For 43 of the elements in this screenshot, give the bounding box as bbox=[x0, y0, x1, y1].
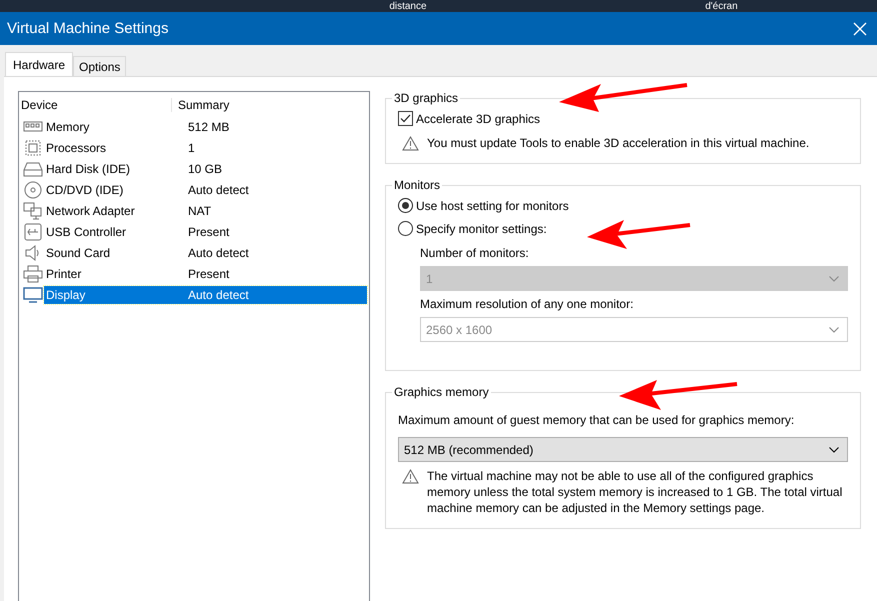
warning-icon bbox=[402, 136, 419, 151]
radio-button[interactable] bbox=[398, 198, 413, 213]
device-row[interactable]: USB Controller Present bbox=[44, 222, 367, 240]
field-label: Maximum amount of guest memory that can be used for graphics memory: bbox=[398, 413, 796, 427]
warning-icon bbox=[402, 469, 419, 484]
close-icon[interactable] bbox=[853, 22, 867, 36]
radio-label[interactable]: Specify monitor settings: bbox=[416, 222, 547, 236]
chevron-icon bbox=[829, 326, 839, 332]
warning-text: You must update Tools to enable 3D acceleration in this virtual machine. bbox=[427, 135, 810, 151]
device-row[interactable]: Printer Present bbox=[44, 264, 367, 282]
column-header[interactable]: Summary bbox=[171, 98, 369, 112]
device-row[interactable]: CD/DVD (IDE) Auto detect bbox=[44, 180, 367, 198]
device-row[interactable]: Sound Card Auto detect bbox=[44, 244, 367, 262]
device-row[interactable]: Processors 1 bbox=[44, 138, 367, 156]
radio-button[interactable] bbox=[398, 221, 413, 236]
warning-text: The virtual machine may not be able to use all of the configured graphics memory unless the total system memory is increased to 1 GB. The total virtual machine memory can be adjusted in the Memory settings page. bbox=[427, 468, 844, 516]
printer-icon bbox=[23, 264, 43, 282]
field-label: Maximum resolution of any one monitor: bbox=[420, 297, 634, 311]
network-icon bbox=[23, 202, 43, 220]
background-text: distance bbox=[389, 0, 427, 12]
chevron-icon bbox=[829, 446, 839, 452]
device-row[interactable]: Hard Disk (IDE) 10 GB bbox=[44, 160, 367, 178]
tab[interactable]: Options bbox=[73, 56, 126, 76]
monitor-icon bbox=[23, 286, 43, 304]
field-label: Number of monitors: bbox=[420, 246, 530, 260]
device-row[interactable]: Memory 512 MB bbox=[44, 118, 367, 136]
checkbox-label[interactable]: Accelerate 3D graphics bbox=[416, 112, 540, 126]
device-row[interactable]: Network Adapter NAT bbox=[44, 202, 367, 220]
radio-label[interactable]: Use host setting for monitors bbox=[416, 198, 569, 212]
device-row[interactable]: Display Auto detect bbox=[44, 286, 367, 304]
disc-icon bbox=[23, 180, 43, 198]
group-title: 3D graphics bbox=[393, 91, 460, 105]
window-title: Virtual Machine Settings bbox=[7, 20, 168, 37]
usb-icon bbox=[23, 222, 43, 240]
group-title: Monitors bbox=[393, 178, 442, 192]
checkbox[interactable] bbox=[398, 111, 413, 126]
processor-icon bbox=[23, 138, 43, 156]
tab[interactable]: Hardware bbox=[5, 52, 74, 76]
graphics-memory-dropdown[interactable]: 512 MB (recommended) bbox=[398, 437, 848, 462]
background-text: d'écran bbox=[705, 0, 738, 12]
column-header[interactable]: Device bbox=[19, 98, 171, 112]
chevron-icon bbox=[829, 276, 839, 282]
group-title: Graphics memory bbox=[393, 385, 490, 399]
